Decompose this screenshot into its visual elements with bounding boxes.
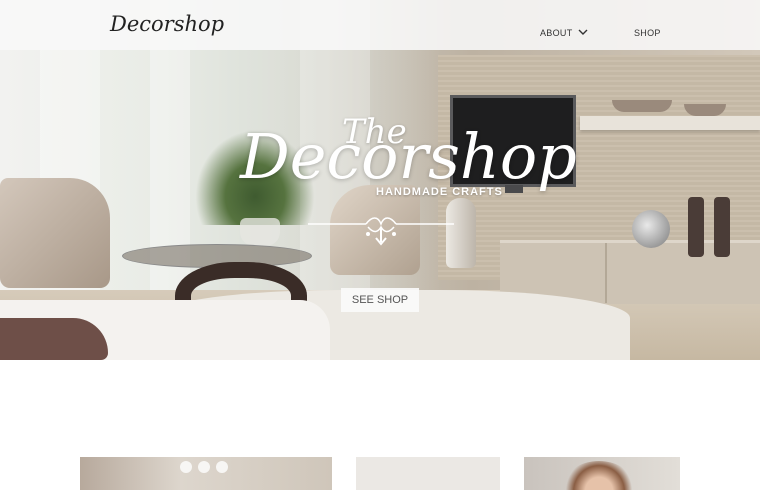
hero-bowl — [612, 100, 672, 112]
ornament-divider-icon — [308, 217, 454, 246]
hero-cabinet-divider — [605, 243, 607, 303]
product-thumbnail[interactable] — [80, 457, 332, 490]
lamp-ball — [180, 461, 192, 473]
nav-item-about[interactable]: ABOUT — [540, 28, 573, 38]
hero-armchair — [0, 178, 110, 288]
hero-sphere — [632, 210, 670, 248]
hero-bowl — [684, 104, 726, 116]
portrait-image — [564, 461, 634, 490]
product-thumbnail[interactable] — [524, 457, 680, 490]
product-thumbnail[interactable] — [356, 457, 500, 490]
lamp-ball — [216, 461, 228, 473]
see-shop-button[interactable]: SEE SHOP — [341, 288, 419, 312]
hero-dark-vase — [714, 197, 730, 257]
nav-item-shop[interactable]: SHOP — [634, 28, 661, 38]
hero-banner: The Decorshop HANDMADE CRAFTS SEE SHOP — [0, 0, 760, 360]
logo-tagline: HANDMADE CRAFTS — [376, 186, 503, 198]
hero-pillow — [0, 318, 108, 360]
lamp-ball — [198, 461, 210, 473]
hero-shelf — [580, 116, 760, 130]
hero-plant-pot — [240, 218, 280, 246]
logo-main: Decorshop — [240, 120, 577, 193]
hero-dark-vase — [688, 197, 704, 257]
chevron-down-icon[interactable] — [578, 27, 588, 37]
top-nav: Decorshop ABOUT SHOP — [0, 0, 760, 50]
brand-logo[interactable]: Decorshop — [110, 12, 224, 36]
